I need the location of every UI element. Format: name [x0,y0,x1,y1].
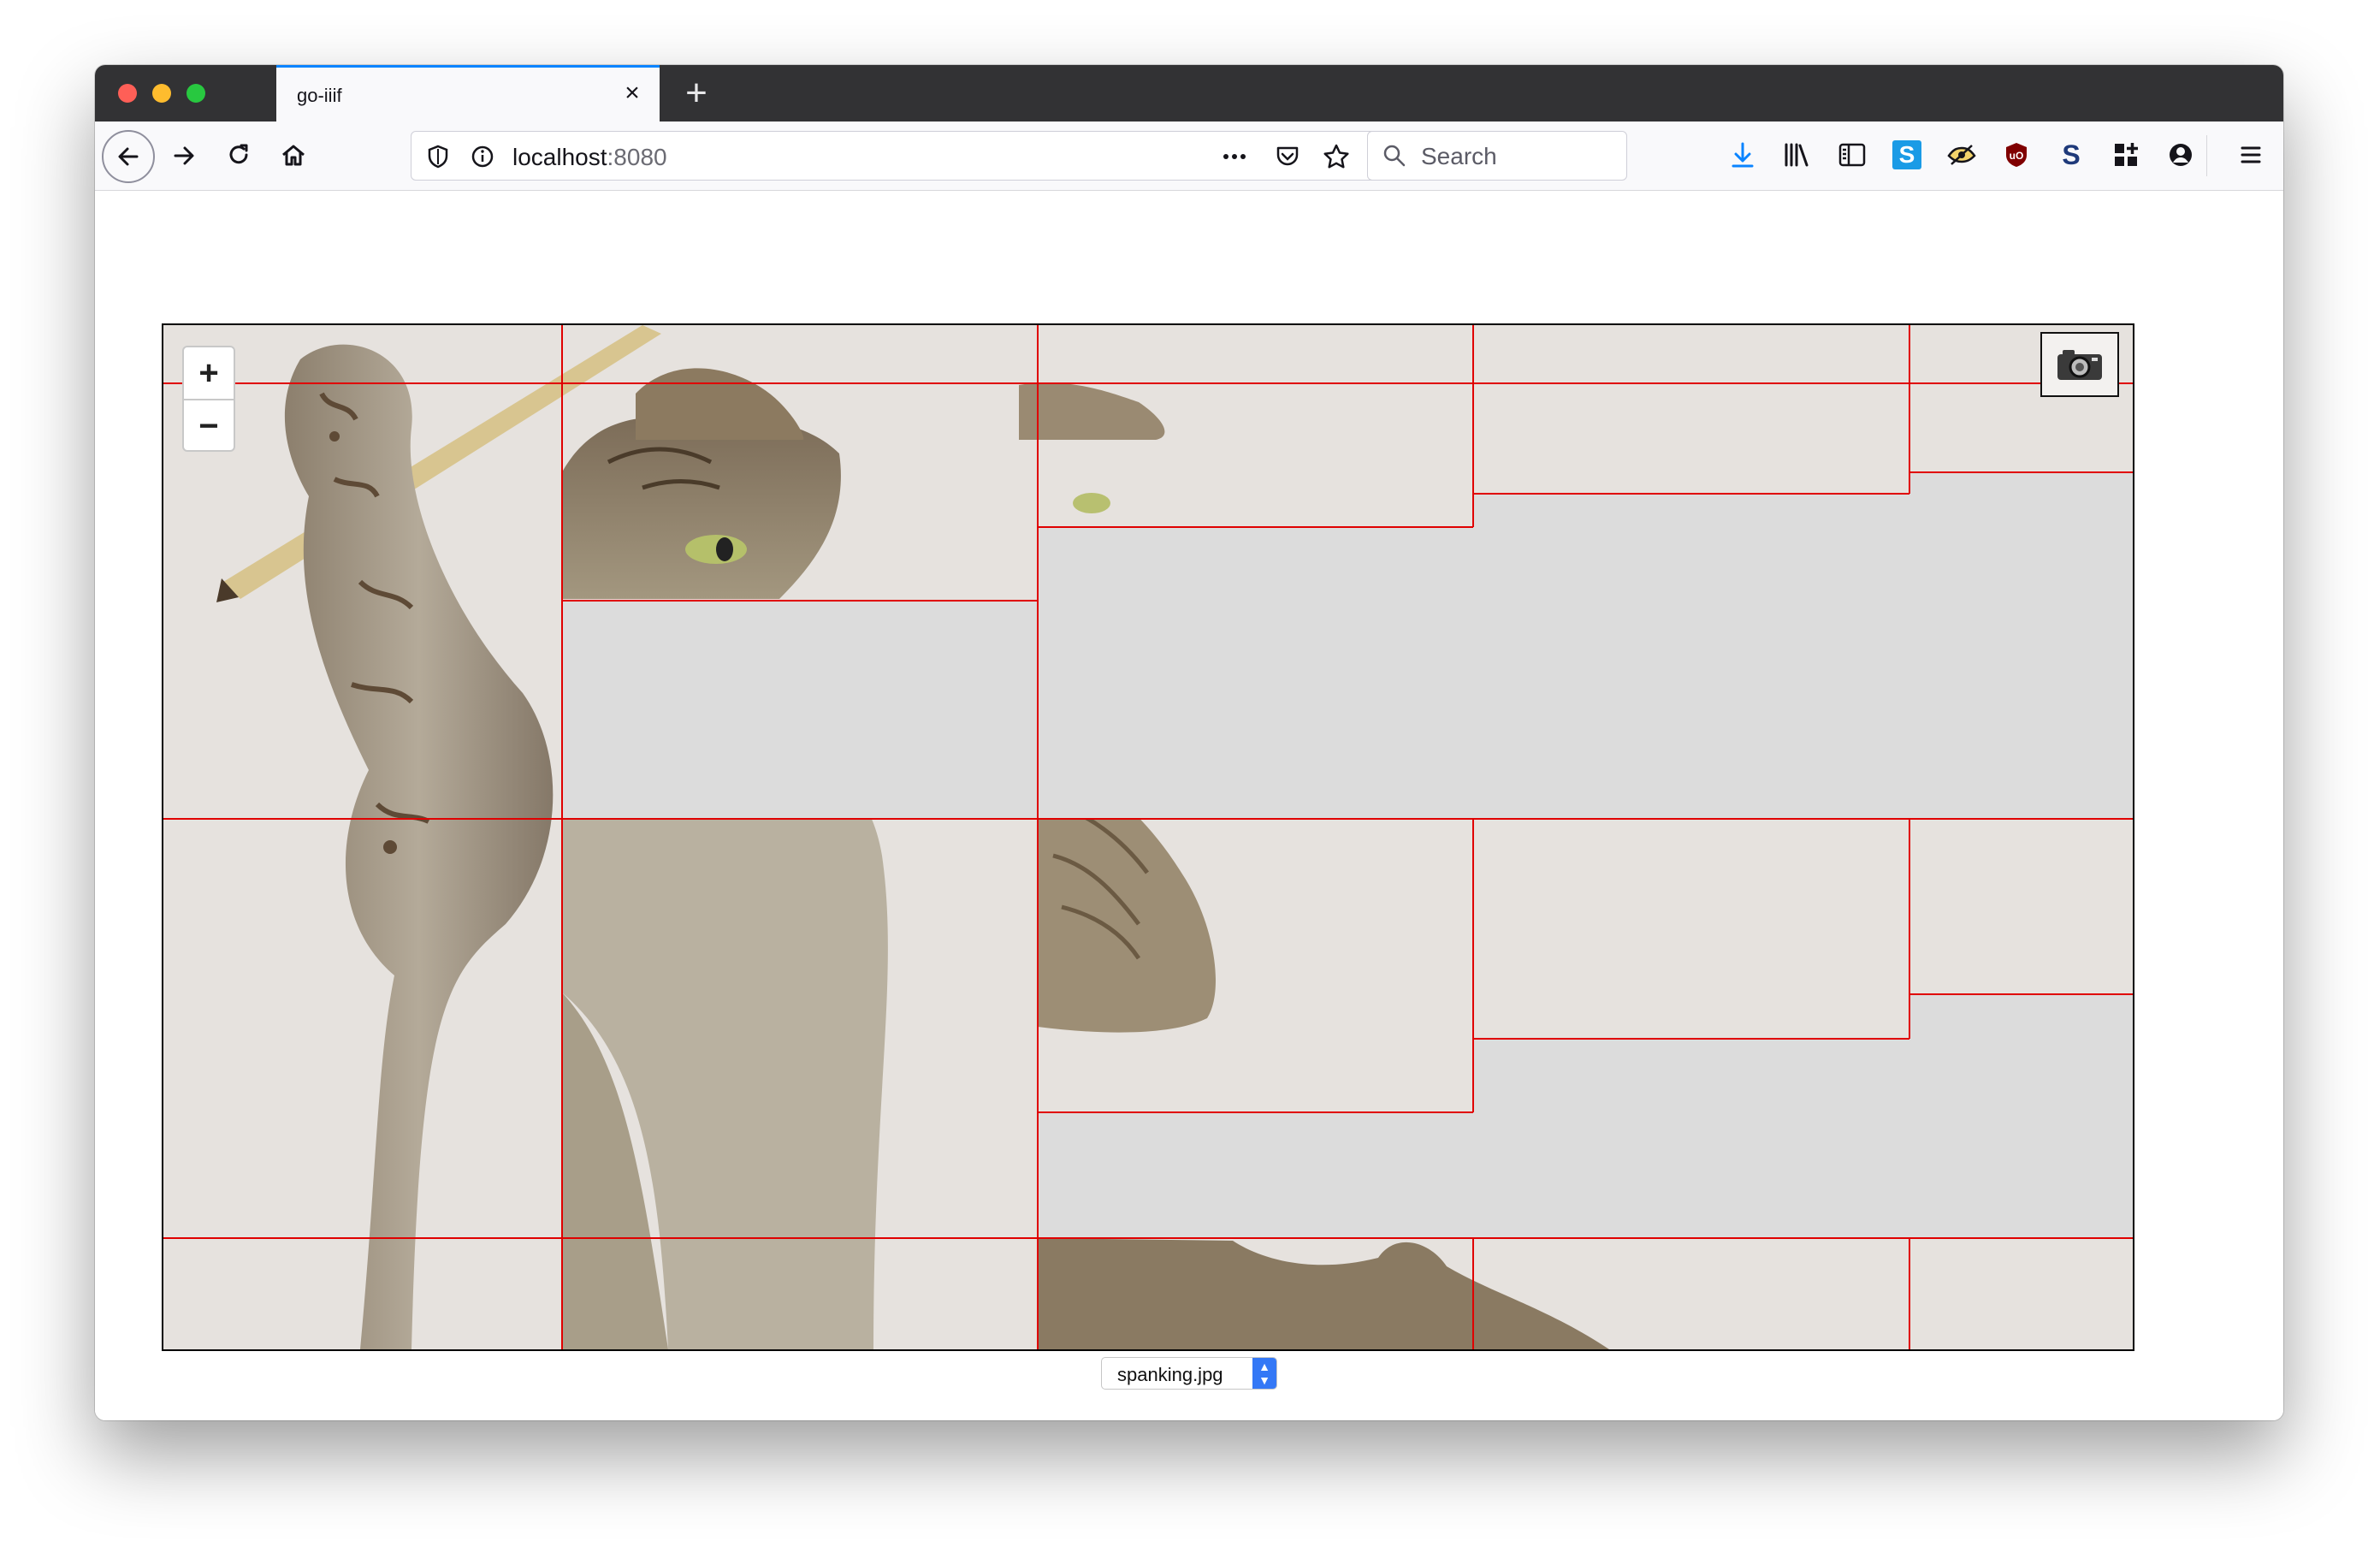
info-icon [471,145,494,168]
ublock-icon[interactable]: uO [1997,135,2036,175]
screenshot-button[interactable] [2040,332,2119,397]
zoom-out-button[interactable]: − [184,400,234,452]
eye-extension-icon[interactable] [1942,135,1981,175]
tiled-image [163,325,2133,1349]
home-icon [282,145,305,166]
download-icon[interactable] [1723,135,1762,175]
shield-icon [428,145,448,169]
tab-close-icon[interactable]: × [619,80,646,107]
select-arrows-icon: ▲ ▼ [1252,1358,1276,1389]
tab-title: go-iiif [297,85,342,106]
reload-button[interactable] [216,133,261,178]
toolbar-divider [2206,135,2207,176]
close-window-button[interactable] [118,84,137,103]
url-host: localhost [512,144,607,170]
reload-icon [229,144,248,164]
image-select-value: spanking.jpg [1117,1364,1223,1385]
extensions-grid-icon[interactable] [2106,135,2146,175]
home-button[interactable] [271,133,316,178]
zoom-in-button[interactable]: + [184,347,234,400]
account-icon[interactable] [2161,135,2200,175]
search-input[interactable] [1419,142,1619,171]
svg-text:uO: uO [2010,150,2024,162]
iiif-image-viewer[interactable]: + − [162,323,2134,1351]
pocket-icon [1276,146,1299,166]
title-bar: go-iiif × + [95,65,2283,122]
browser-window: go-iiif × + localhost:8080 Search S uO S… [95,65,2283,1420]
menu-icon[interactable] [2231,135,2270,175]
search-bar[interactable] [1367,131,1627,181]
search-icon [1383,145,1406,167]
back-button[interactable] [102,130,155,183]
url-bar[interactable]: localhost:8080 [411,131,1444,181]
minimize-window-button[interactable] [152,84,171,103]
library-icon[interactable] [1778,135,1817,175]
forward-button[interactable] [162,133,206,178]
camera-icon [2057,350,2102,380]
s-bold-icon[interactable]: S [2051,135,2091,175]
page-content: + − spanking.jpg ▲ ▼ [95,191,2283,1420]
new-tab-button[interactable]: + [675,72,718,115]
forward-arrow-icon [174,146,194,165]
back-arrow-icon [118,147,139,166]
url-port: :8080 [607,144,667,170]
maximize-window-button[interactable] [186,84,205,103]
s-extension-icon[interactable]: S [1887,135,1927,175]
page-actions-icon [1223,154,1246,159]
zoom-control: + − [182,346,235,452]
bookmark-star-icon [1323,144,1349,169]
browser-tab[interactable]: go-iiif × [276,65,660,122]
image-select[interactable]: spanking.jpg ▲ ▼ [1101,1357,1277,1390]
sidebar-icon[interactable] [1832,135,1872,175]
nav-toolbar: localhost:8080 S uO S [95,122,2283,191]
url-text[interactable]: localhost:8080 [512,144,667,171]
